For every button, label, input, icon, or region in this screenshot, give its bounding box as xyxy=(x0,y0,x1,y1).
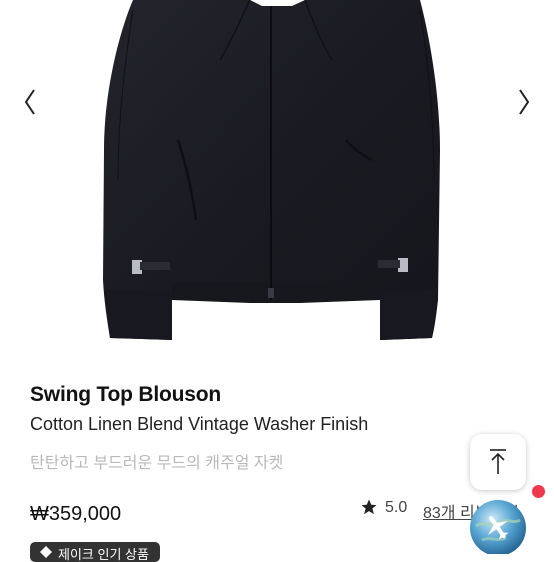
arrow-up-icon xyxy=(490,449,506,474)
airplane-globe-icon xyxy=(470,500,526,554)
chevron-left-icon xyxy=(24,89,35,115)
product-title: Swing Top Blouson xyxy=(30,383,222,406)
product-image-carousel[interactable] xyxy=(0,0,554,365)
product-price: ₩359,000 xyxy=(30,503,122,525)
next-image-button[interactable] xyxy=(512,86,536,118)
notification-dot xyxy=(532,485,545,498)
scroll-top-button[interactable] xyxy=(470,434,526,490)
jacket-image xyxy=(103,0,440,340)
prev-image-button[interactable] xyxy=(20,86,44,118)
star-icon xyxy=(361,499,377,515)
rating-value: 5.0 xyxy=(385,499,408,516)
travel-widget-button[interactable] xyxy=(466,498,530,554)
badge-text: 제이크 인기 상품 xyxy=(58,547,149,562)
product-description: 탄탄하고 부드러운 무드의 캐주얼 자켓 xyxy=(30,455,284,472)
popular-badge: 제이크 인기 상품 xyxy=(30,542,160,562)
badge-icon xyxy=(40,546,52,558)
product-subtitle: Cotton Linen Blend Vintage Washer Finish xyxy=(30,414,369,434)
chevron-right-icon xyxy=(519,89,530,115)
